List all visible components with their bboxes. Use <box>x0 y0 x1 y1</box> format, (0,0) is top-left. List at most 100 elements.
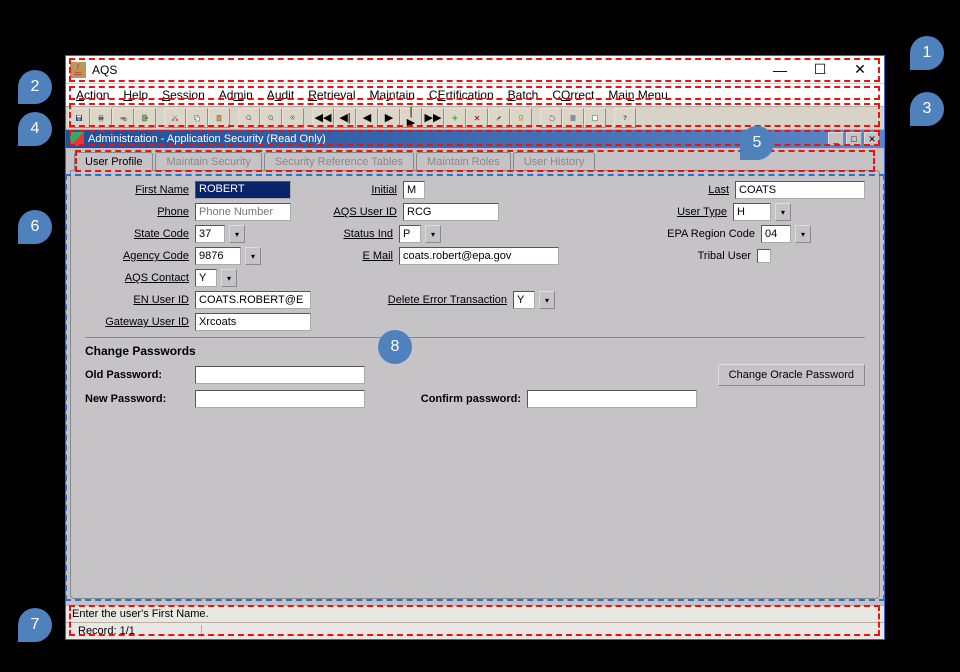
phone-label: Phone <box>85 206 191 218</box>
tb-search-execute[interactable] <box>260 108 282 128</box>
tb-last-record[interactable]: ▶▶ <box>422 108 444 128</box>
new-password-label: New Password: <box>85 393 191 405</box>
new-password-field[interactable] <box>195 390 365 408</box>
agency-code-dropdown-button[interactable]: ▾ <box>245 247 261 265</box>
confirm-password-field[interactable] <box>527 390 697 408</box>
tb-edit[interactable] <box>584 108 606 128</box>
tb-clear-record[interactable] <box>488 108 510 128</box>
form-maximize-button[interactable]: □ <box>846 132 862 146</box>
last-field[interactable] <box>735 181 865 199</box>
state-code-field[interactable] <box>195 225 225 243</box>
menu-help[interactable]: Help <box>117 86 154 104</box>
epa-region-field[interactable] <box>761 225 791 243</box>
user-type-dropdown-button[interactable]: ▾ <box>775 203 791 221</box>
first-name-label: First Name <box>85 184 191 196</box>
maximize-button[interactable]: ☐ <box>800 58 840 82</box>
form-window: Administration - Application Security (R… <box>66 130 884 605</box>
status-hint: Enter the user's First Name. <box>66 605 884 622</box>
tb-lock[interactable] <box>510 108 532 128</box>
initial-field[interactable] <box>403 181 425 199</box>
epa-region-label: EPA Region Code <box>647 228 757 240</box>
tb-help[interactable]: ? <box>614 108 636 128</box>
tab-user-profile[interactable]: User Profile <box>74 152 153 171</box>
window-title: AQS <box>92 63 760 77</box>
aqs-contact-field[interactable] <box>195 269 217 287</box>
tb-print-setup[interactable] <box>112 108 134 128</box>
tb-next-set[interactable]: |▶ <box>400 108 422 128</box>
menu-correct[interactable]: COrrect <box>546 86 600 104</box>
menu-action[interactable]: Action <box>70 86 115 104</box>
old-password-field[interactable] <box>195 366 365 384</box>
aqs-user-id-field[interactable] <box>403 203 499 221</box>
menu-audit[interactable]: Audit <box>261 86 300 104</box>
user-type-field[interactable] <box>733 203 771 221</box>
first-name-field[interactable]: ROBERT <box>195 181 291 199</box>
form-minimize-button[interactable]: _ <box>828 132 844 146</box>
form-title-text: Administration - Application Security (R… <box>88 133 826 145</box>
status-ind-dropdown-button[interactable]: ▾ <box>425 225 441 243</box>
menu-main-menu[interactable]: Main Menu <box>602 86 673 104</box>
gateway-user-id-label: Gateway User ID <box>85 316 191 328</box>
tb-prev-record[interactable]: ◀ <box>356 108 378 128</box>
agency-code-field[interactable] <box>195 247 241 265</box>
tb-undo[interactable] <box>540 108 562 128</box>
form-window-icon <box>70 132 84 146</box>
aqs-contact-dropdown-button[interactable]: ▾ <box>221 269 237 287</box>
user-type-label: User Type <box>659 206 729 218</box>
tb-first-record[interactable]: ◀◀ <box>312 108 334 128</box>
tb-remove-record[interactable] <box>466 108 488 128</box>
tab-maintain-roles[interactable]: Maintain Roles <box>416 152 511 171</box>
tb-search-cancel[interactable] <box>282 108 304 128</box>
tb-search-enter[interactable] <box>238 108 260 128</box>
email-label: E Mail <box>305 250 395 262</box>
tb-prev-set[interactable]: ◀| <box>334 108 356 128</box>
aqs-user-id-label: AQS User ID <box>309 206 399 218</box>
delete-error-dropdown-button[interactable]: ▾ <box>539 291 555 309</box>
en-user-id-field[interactable] <box>195 291 311 309</box>
email-field[interactable] <box>399 247 559 265</box>
tb-paste[interactable] <box>208 108 230 128</box>
state-code-label: State Code <box>85 228 191 240</box>
state-code-dropdown-button[interactable]: ▾ <box>229 225 245 243</box>
delete-error-label: Delete Error Transaction <box>349 294 509 306</box>
status-ind-label: Status Ind <box>305 228 395 240</box>
epa-region-dropdown-button[interactable]: ▾ <box>795 225 811 243</box>
delete-error-field[interactable] <box>513 291 535 309</box>
menu-maintain[interactable]: Maintain <box>364 86 421 104</box>
tb-insert-record[interactable] <box>444 108 466 128</box>
callout-6: 6 <box>18 210 52 244</box>
callout-1: 1 <box>910 36 944 70</box>
menu-admin[interactable]: Admin <box>213 86 259 104</box>
tb-exit[interactable] <box>134 108 156 128</box>
menu-certification[interactable]: CErtification <box>423 86 500 104</box>
tb-print[interactable] <box>90 108 112 128</box>
callout-7: 7 <box>18 608 52 642</box>
tb-cut[interactable] <box>164 108 186 128</box>
tab-security-reference-tables[interactable]: Security Reference Tables <box>264 152 414 171</box>
gateway-user-id-field[interactable] <box>195 313 311 331</box>
status-record: Record: 1/1 <box>72 625 202 637</box>
aqs-contact-label: AQS Contact <box>85 272 191 284</box>
callout-4: 4 <box>18 112 52 146</box>
java-icon <box>70 62 86 78</box>
initial-label: Initial <box>359 184 399 196</box>
menu-retrieval[interactable]: Retrieval <box>302 86 361 104</box>
tab-maintain-security[interactable]: Maintain Security <box>155 152 261 171</box>
tb-copy[interactable] <box>186 108 208 128</box>
close-button[interactable]: ✕ <box>840 58 880 82</box>
phone-field[interactable] <box>195 203 291 221</box>
agency-code-label: Agency Code <box>85 250 191 262</box>
tb-save[interactable] <box>68 108 90 128</box>
change-oracle-password-button[interactable]: Change Oracle Password <box>718 364 865 386</box>
menu-batch[interactable]: Batch <box>502 86 545 104</box>
tab-user-history[interactable]: User History <box>513 152 596 171</box>
form-close-button[interactable]: ✕ <box>864 132 880 146</box>
menu-session[interactable]: Session <box>156 86 211 104</box>
status-ind-field[interactable] <box>399 225 421 243</box>
minimize-button[interactable]: — <box>760 58 800 82</box>
tb-list[interactable] <box>562 108 584 128</box>
mdi-area: Administration - Application Security (R… <box>66 130 884 605</box>
tb-next-record[interactable]: ▶ <box>378 108 400 128</box>
tribal-user-checkbox[interactable] <box>757 249 771 263</box>
section-divider <box>85 337 865 338</box>
